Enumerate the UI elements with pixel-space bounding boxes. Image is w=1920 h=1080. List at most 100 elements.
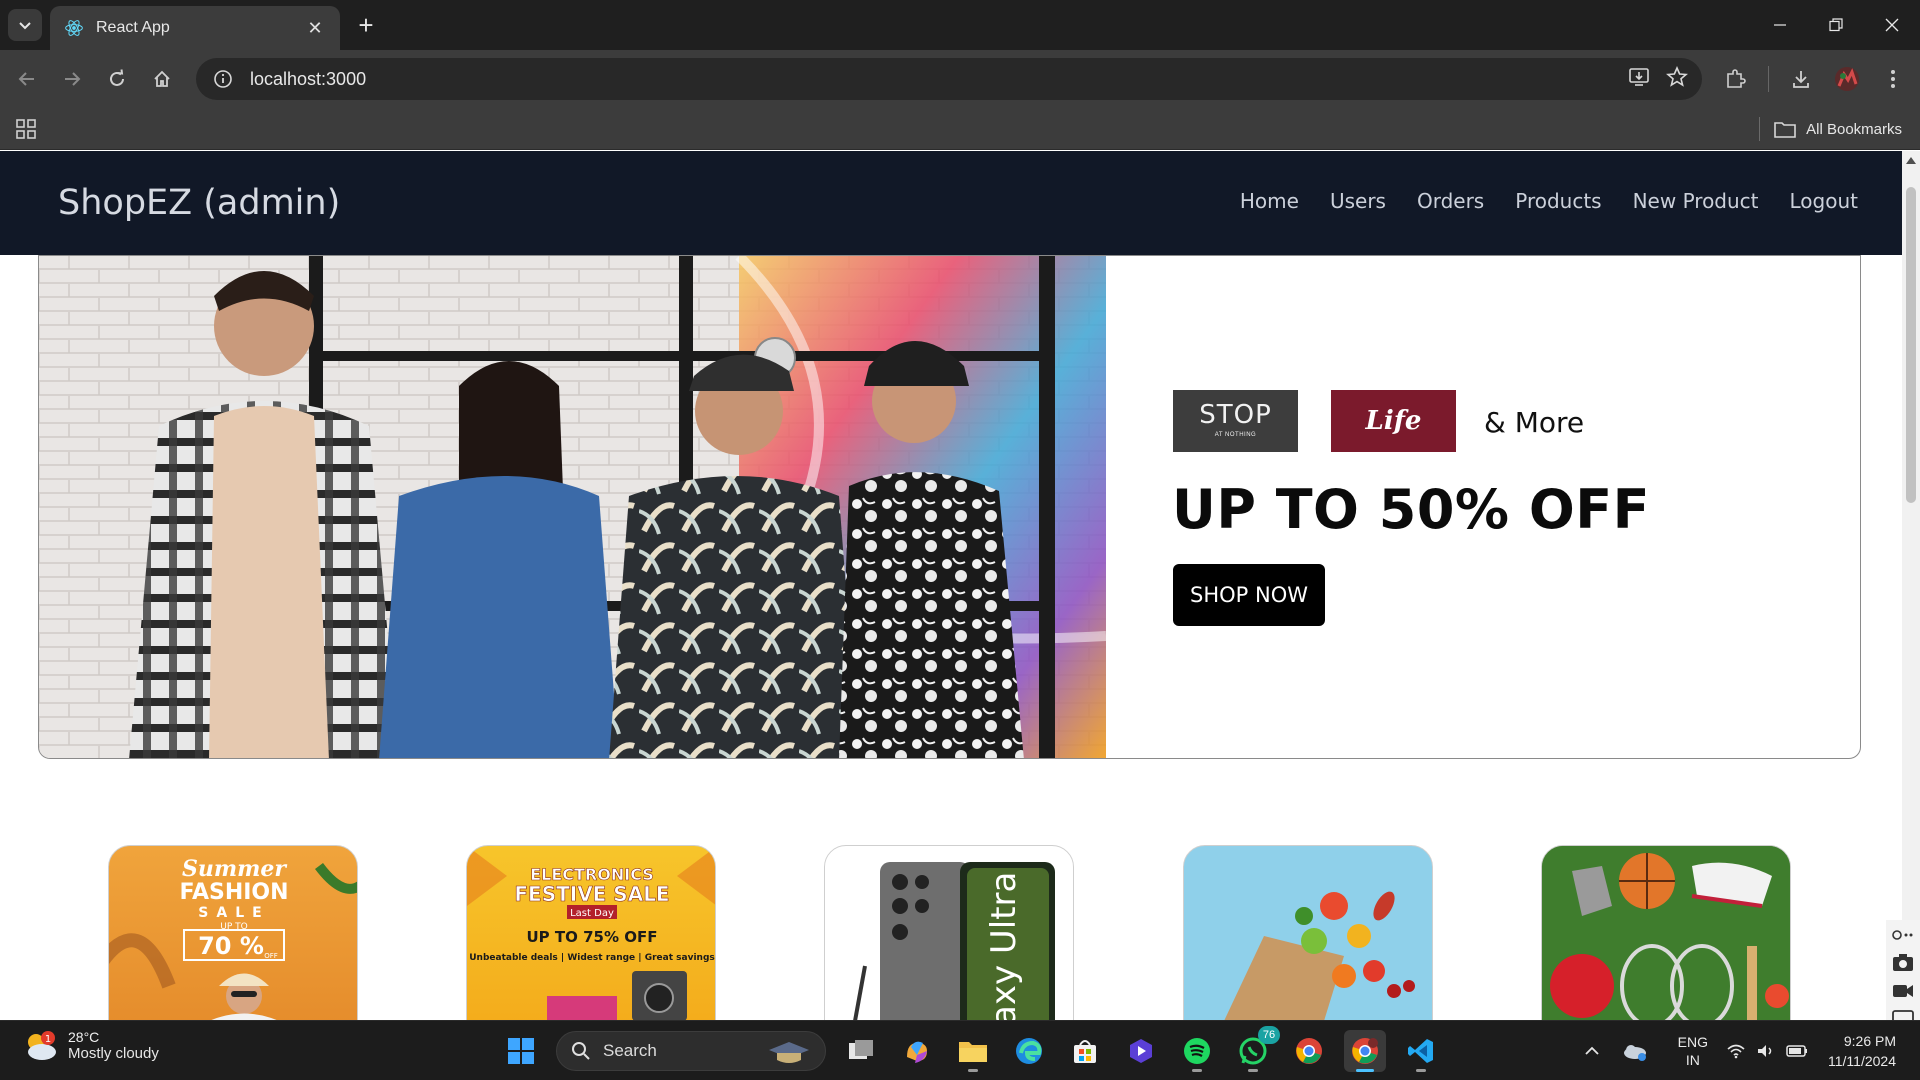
edge-browser-app[interactable] xyxy=(1008,1030,1050,1072)
browser-tab-react-app[interactable]: React App ✕ xyxy=(50,6,340,50)
browser-toolbar: localhost:3000 xyxy=(0,50,1920,108)
shop-now-button[interactable]: SHOP NOW xyxy=(1173,564,1325,626)
nav-new-product-link[interactable]: New Product xyxy=(1633,189,1759,213)
language-code: ENG xyxy=(1677,1034,1708,1050)
nav-products-link[interactable]: Products xyxy=(1515,189,1601,213)
copilot-app[interactable] xyxy=(896,1030,938,1072)
nav-users-link[interactable]: Users xyxy=(1330,189,1386,213)
language-indicator[interactable]: ENG IN xyxy=(1678,1033,1708,1069)
video-camera-icon[interactable] xyxy=(1892,982,1914,1000)
taskbar-clock[interactable]: 9:26 PM 11/11/2024 xyxy=(1828,1031,1896,1071)
close-icon xyxy=(1885,18,1899,32)
task-view-icon xyxy=(849,1040,873,1059)
copilot-icon xyxy=(907,1041,927,1063)
forward-button[interactable] xyxy=(57,64,87,94)
window-controls xyxy=(1752,0,1920,50)
url-text: localhost:3000 xyxy=(250,68,367,89)
tab-title: React App xyxy=(96,19,170,36)
clock-time: 9:26 PM xyxy=(1843,1033,1896,1049)
vscode-app[interactable] xyxy=(1400,1030,1442,1072)
browser-tab-strip: React App ✕ + xyxy=(0,0,1920,50)
bookmark-star-icon[interactable] xyxy=(1666,65,1688,93)
chrome-profile-icon xyxy=(1352,1038,1378,1064)
onedrive-cloud-icon[interactable] xyxy=(1622,1041,1648,1061)
camera-icon[interactable] xyxy=(1892,952,1914,972)
taskbar-search-label: Search xyxy=(603,1041,657,1060)
chrome-app[interactable] xyxy=(1288,1030,1330,1072)
nav-links: Home Users Orders Products New Product L… xyxy=(1240,189,1858,213)
category-card-mobiles[interactable]: axy Ultra xyxy=(824,845,1074,1020)
graduation-cap-icon xyxy=(769,1042,809,1063)
apps-grid-icon[interactable] xyxy=(14,117,38,141)
restore-button[interactable] xyxy=(1808,0,1864,50)
electronics-card-subtitle: FESTIVE SALE xyxy=(514,882,669,906)
category-card-electronics[interactable]: ELECTRONICS FESTIVE SALE Last Day UP TO … xyxy=(466,845,716,1020)
profile-avatar-button[interactable] xyxy=(1832,64,1862,94)
site-info-icon[interactable] xyxy=(210,66,236,92)
folder-icon xyxy=(959,1042,987,1062)
hero-offer-heading: UP TO 50% OFF xyxy=(1172,478,1650,541)
extensions-button[interactable] xyxy=(1720,64,1750,94)
search-icon xyxy=(572,1042,590,1060)
close-window-button[interactable] xyxy=(1864,0,1920,50)
link-icon[interactable] xyxy=(1892,928,1914,942)
weather-temp: 28°C xyxy=(68,1029,100,1045)
microsoft-store-app[interactable] xyxy=(1064,1030,1106,1072)
chevron-down-icon xyxy=(19,22,31,30)
page-viewport: ShopEZ (admin) Home Users Orders Product… xyxy=(0,151,1902,1020)
fashion-card-sale: SALE xyxy=(198,905,269,921)
browser-menu-button[interactable] xyxy=(1878,64,1908,94)
media-player-app[interactable] xyxy=(1120,1030,1162,1072)
taskbar-search[interactable]: Search xyxy=(556,1031,826,1071)
install-app-icon[interactable] xyxy=(1628,66,1650,93)
start-button[interactable] xyxy=(500,1030,542,1072)
battery-icon[interactable] xyxy=(1786,1044,1808,1058)
home-button[interactable] xyxy=(147,64,177,94)
region-code: IN xyxy=(1685,1052,1700,1068)
folder-icon xyxy=(1774,122,1796,138)
all-bookmarks-button[interactable]: All Bookmarks xyxy=(1774,116,1902,142)
nav-logout-link[interactable]: Logout xyxy=(1790,189,1858,213)
page-scrollbar[interactable] xyxy=(1902,151,1920,1020)
chrome-icon xyxy=(1296,1038,1322,1064)
tab-search-button[interactable] xyxy=(8,9,42,41)
weather-widget[interactable]: 1 28°C Mostly cloudy xyxy=(22,1029,159,1062)
profile-avatar-icon xyxy=(1835,67,1859,91)
address-bar[interactable]: localhost:3000 xyxy=(196,58,1702,100)
scrollbar-thumb[interactable] xyxy=(1906,187,1916,503)
downloads-button[interactable] xyxy=(1786,64,1816,94)
download-icon xyxy=(1793,71,1809,88)
chrome-profile-app[interactable] xyxy=(1344,1030,1386,1072)
store-bag-icon xyxy=(1074,1040,1096,1063)
minimize-button[interactable] xyxy=(1752,0,1808,50)
hero-offer-panel: STOP AT NOTHING Life & More UP TO 50% OF… xyxy=(1106,256,1860,758)
taskbar-apps: Search 76 xyxy=(500,1026,1442,1075)
puzzle-icon xyxy=(1727,69,1746,88)
category-cards-row: Summer FASHION SALE UP TO 70 % OFF ELECT… xyxy=(0,845,1902,1020)
reload-icon xyxy=(110,69,124,86)
electronics-card-tagline: Unbeatable deals | Widest range | Great … xyxy=(469,953,715,963)
nav-orders-link[interactable]: Orders xyxy=(1417,189,1484,213)
back-button[interactable] xyxy=(12,64,42,94)
cloudy-weather-icon: 1 xyxy=(28,1030,56,1060)
category-card-groceries[interactable] xyxy=(1183,845,1433,1020)
chevron-up-icon[interactable] xyxy=(1584,1043,1600,1059)
reload-button[interactable] xyxy=(102,64,132,94)
scroll-up-arrow-icon[interactable] xyxy=(1906,157,1916,164)
windows-taskbar: 1 28°C Mostly cloudy Search 76 ENG IN 9:… xyxy=(0,1020,1920,1080)
nav-home-link[interactable]: Home xyxy=(1240,189,1299,213)
file-explorer-app[interactable] xyxy=(952,1030,994,1072)
whatsapp-app[interactable]: 76 xyxy=(1232,1026,1280,1072)
tab-close-icon[interactable]: ✕ xyxy=(304,17,326,39)
vscode-icon xyxy=(1408,1039,1433,1063)
wifi-icon[interactable] xyxy=(1726,1043,1746,1059)
task-view-button[interactable] xyxy=(840,1030,882,1072)
category-card-sports[interactable] xyxy=(1541,845,1791,1020)
smartphone-graphic: axy Ultra xyxy=(853,862,1055,1020)
site-brand[interactable]: ShopEZ (admin) xyxy=(58,183,340,223)
windows-logo-icon xyxy=(508,1038,534,1064)
volume-icon[interactable] xyxy=(1756,1043,1776,1059)
spotify-app[interactable] xyxy=(1176,1030,1218,1072)
category-card-fashion[interactable]: Summer FASHION SALE UP TO 70 % OFF xyxy=(108,845,358,1020)
new-tab-button[interactable]: + xyxy=(352,12,380,40)
